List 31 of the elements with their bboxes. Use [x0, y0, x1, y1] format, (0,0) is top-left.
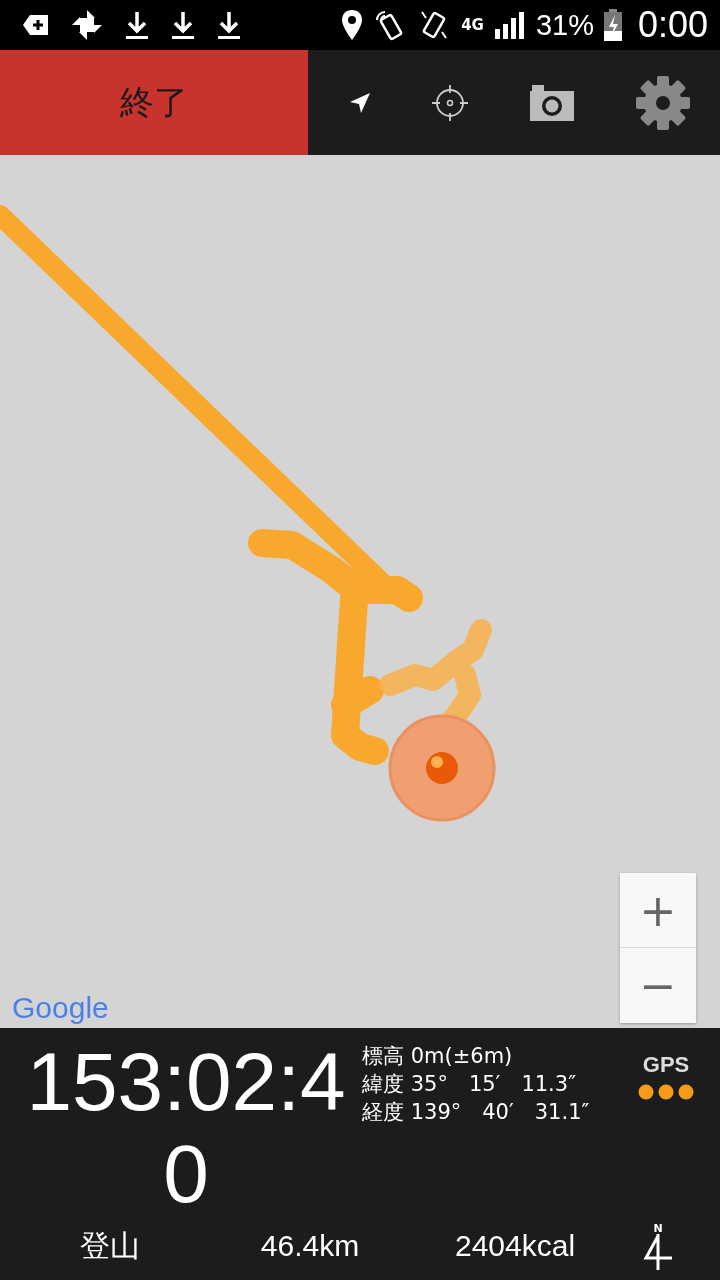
location-info-line: 標高 0m(±6m) — [362, 1043, 514, 1070]
network-type-label: 4G — [461, 16, 484, 34]
current-location-marker-icon — [388, 714, 496, 822]
location-pin-icon — [341, 9, 364, 41]
download-icon — [124, 10, 150, 40]
zoom-out-button[interactable]: − — [620, 948, 696, 1023]
clock: 0:00 — [637, 4, 708, 46]
gps-label: GPS — [642, 1052, 690, 1078]
end-button[interactable]: 終了 — [0, 50, 308, 155]
settings-icon[interactable] — [634, 74, 691, 131]
battery-percentage: 31% — [535, 8, 594, 42]
signal-icon — [493, 11, 526, 39]
location-info-line: 経度 139° 40′ 31.1″ — [362, 1099, 590, 1126]
map-logo: Google — [12, 991, 109, 1025]
add-notification-icon — [22, 13, 50, 37]
map[interactable]: + − Google — [0, 155, 720, 1028]
download-icon — [170, 10, 196, 40]
compass-needle-icon — [642, 1233, 674, 1270]
gps-signal-dots-icon — [638, 1084, 694, 1100]
battery-charging-icon — [603, 9, 622, 41]
elapsed-time: 153:02:40 — [26, 1035, 346, 1218]
activity-type: 登山 — [79, 1227, 141, 1264]
camera-icon[interactable] — [527, 82, 576, 123]
pinwheel-icon — [70, 8, 104, 42]
calories: 2404kcal — [453, 1229, 577, 1263]
location-info-line: 緯度 35° 15′ 11.3″ — [362, 1071, 577, 1098]
download-icon — [216, 10, 242, 40]
zoom-in-button[interactable]: + — [620, 873, 696, 948]
compass-north-label: N — [653, 1222, 663, 1234]
distance: 46.4km — [259, 1229, 361, 1263]
crosshair-icon[interactable] — [430, 83, 469, 122]
